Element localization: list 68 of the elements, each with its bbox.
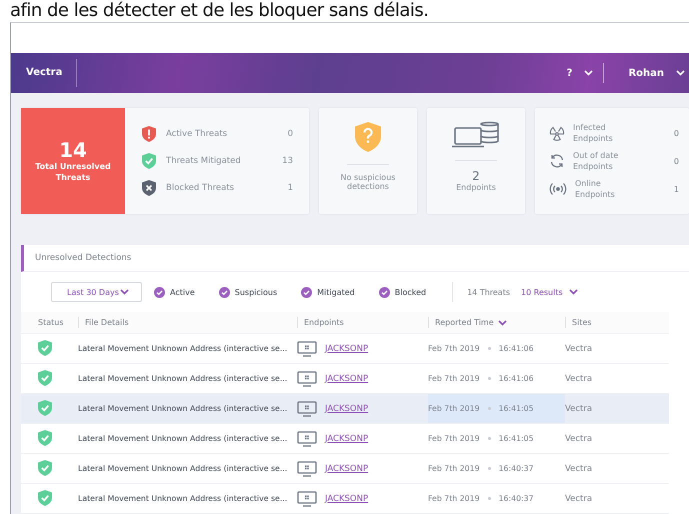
threat-count: 1 — [288, 183, 293, 193]
check-shield-icon — [142, 153, 156, 169]
endpoint-count: 2 — [472, 169, 480, 183]
chevron-down-icon — [676, 70, 685, 76]
site-name: Vectra — [565, 374, 592, 384]
brand-name: Vectra — [11, 59, 78, 87]
x-shield-icon — [142, 180, 156, 196]
monitor-icon — [297, 460, 317, 476]
monitor-icon — [297, 430, 317, 446]
filter-toggle[interactable]: Blocked — [378, 286, 426, 298]
suspicious-text: No suspicious detections — [340, 173, 396, 191]
site-name: Vectra — [565, 404, 592, 414]
filter-toggle[interactable]: Suspicious — [218, 286, 278, 298]
threat-label: Threats Mitigated — [166, 156, 242, 166]
endpoint-link[interactable]: JACKSONP — [325, 434, 368, 444]
monitor-icon — [297, 400, 317, 416]
threat-label: Active Threats — [166, 129, 228, 139]
question-shield-icon — [355, 122, 381, 152]
endpoint-label: Endpoints — [456, 183, 496, 192]
endpoint-link[interactable]: JACKSONP — [325, 494, 368, 504]
filter-toggle[interactable]: Mitigated — [301, 286, 355, 298]
check-shield-icon — [38, 340, 52, 356]
site-name: Vectra — [565, 434, 592, 444]
monitor-icon — [297, 340, 317, 356]
laptop-server-icon — [452, 120, 500, 148]
endpoint-link[interactable]: JACKSONP — [325, 344, 368, 354]
column-header: Sites — [565, 317, 669, 328]
status-label: Out of date Endpoints — [573, 150, 620, 172]
site-name: Vectra — [565, 464, 592, 474]
site-name: Vectra — [565, 344, 592, 354]
refresh-icon — [549, 153, 565, 169]
threat-label: Blocked Threats — [166, 183, 236, 193]
user-menu[interactable]: Rohan — [604, 66, 689, 80]
total-count: 14 — [59, 139, 87, 161]
threat-count: 13 — [282, 156, 293, 166]
results-dropdown[interactable]: 10 Results — [521, 288, 578, 296]
status-label: Infected Endpoints — [573, 122, 614, 144]
caption-text: afin de les détecter et de les bloquer sans délais. — [10, 0, 428, 21]
threat-count: 0 — [288, 129, 293, 139]
help-menu[interactable]: ? — [566, 63, 604, 83]
check-shield-icon — [38, 370, 52, 386]
alert-shield-icon — [142, 126, 156, 142]
check-shield-icon — [38, 400, 52, 416]
status-count: 0 — [674, 128, 679, 138]
endpoint-link[interactable]: JACKSONP — [325, 374, 368, 384]
column-header: Status — [37, 317, 64, 328]
check-shield-icon — [38, 490, 52, 506]
status-label: Online Endpoints — [575, 178, 616, 200]
status-count: 1 — [674, 184, 679, 194]
site-name: Vectra — [565, 494, 592, 504]
check-shield-icon — [38, 460, 52, 476]
endpoint-link[interactable]: JACKSONP — [325, 464, 368, 474]
total-label: Total Unresolved Threats — [34, 161, 112, 183]
chevron-down-icon — [568, 289, 578, 295]
chevron-down-icon — [120, 289, 129, 295]
filter-toggle[interactable]: Active — [154, 286, 195, 298]
sort-icon — [498, 320, 507, 326]
threat-total: 14 Threats — [467, 288, 510, 296]
check-shield-icon — [38, 430, 52, 446]
radiation-icon — [549, 125, 565, 141]
signal-icon — [549, 182, 567, 196]
status-count: 0 — [674, 156, 679, 166]
endpoint-link[interactable]: JACKSONP — [325, 404, 368, 414]
date-range-dropdown[interactable]: Last 30 Days — [51, 282, 142, 302]
monitor-icon — [297, 490, 317, 506]
chevron-down-icon — [584, 70, 594, 76]
section-title: Unresolved Detections — [21, 245, 689, 272]
monitor-icon — [297, 370, 317, 386]
